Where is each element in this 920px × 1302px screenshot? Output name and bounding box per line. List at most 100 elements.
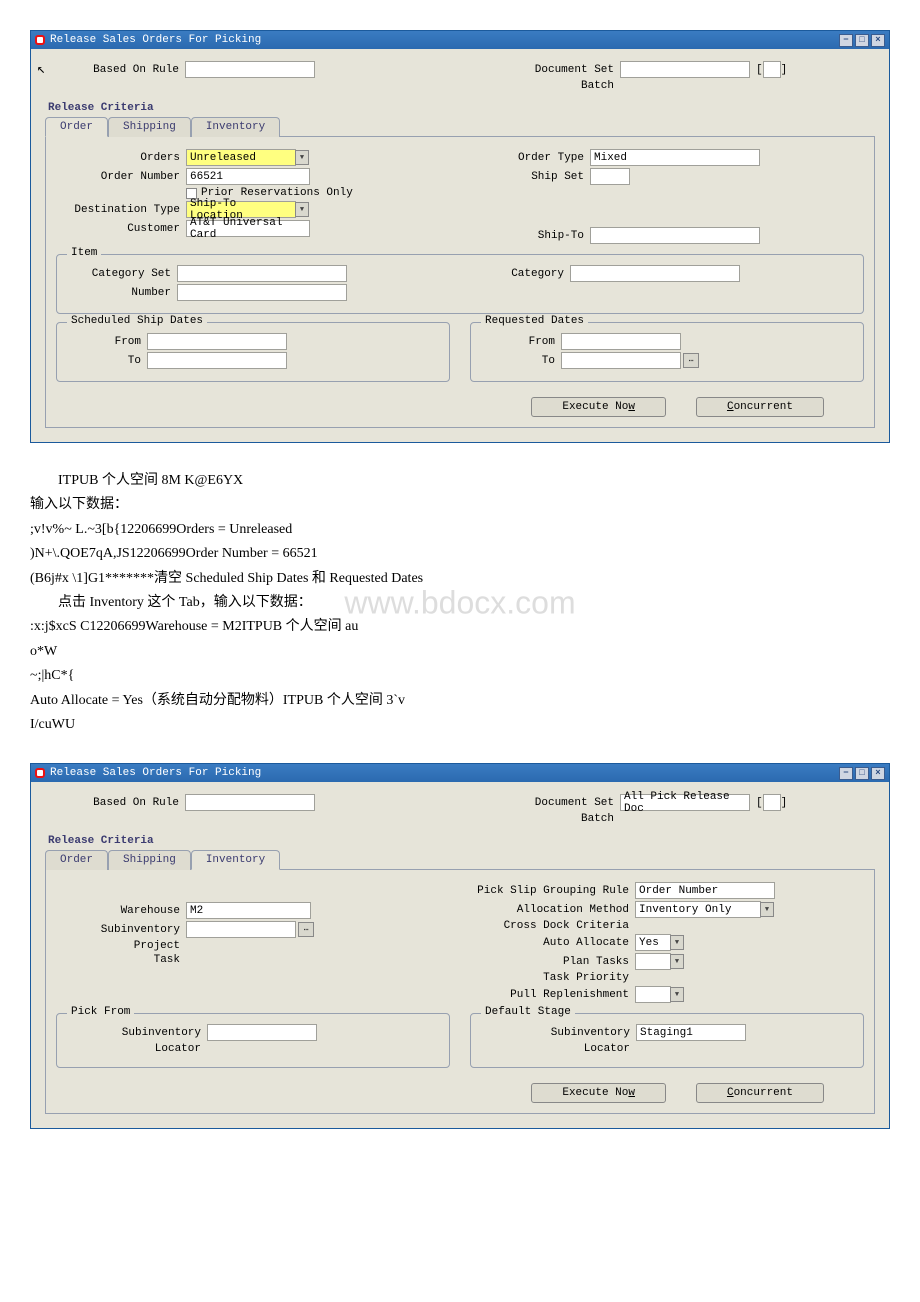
tab-inventory[interactable]: Inventory <box>191 850 280 870</box>
text-line: 输入以下数据： <box>30 494 890 516</box>
ship-to-field[interactable] <box>590 227 760 244</box>
pick-from-title: Pick From <box>67 1006 134 1018</box>
document-set-field[interactable]: All Pick Release Doc <box>620 794 750 811</box>
req-to-field[interactable] <box>561 352 681 369</box>
alloc-method-field[interactable]: Inventory Only <box>635 901 761 918</box>
auto-allocate-label: Auto Allocate <box>470 937 635 949</box>
order-type-label: Order Type <box>470 152 590 164</box>
stage-sub-field[interactable]: Staging1 <box>636 1024 746 1041</box>
tab-shipping[interactable]: Shipping <box>108 850 191 870</box>
tab-order[interactable]: Order <box>45 117 108 137</box>
pick-slip-label: Pick Slip Grouping Rule <box>470 885 635 897</box>
document-text: www.bdocx.com ITPUB 个人空间 8M K@E6YX 输入以下数… <box>0 453 920 753</box>
close-button[interactable]: × <box>871 34 885 47</box>
destination-dropdown-icon[interactable]: ▼ <box>295 202 309 217</box>
ship-set-label: Ship Set <box>470 171 590 183</box>
warehouse-label: Warehouse <box>56 905 186 917</box>
minimize-button[interactable]: − <box>839 767 853 780</box>
cross-dock-label: Cross Dock Criteria <box>470 920 635 932</box>
concurrent-button[interactable]: Concurrent <box>696 397 824 417</box>
req-to-lov-icon[interactable]: ⋯ <box>683 353 699 368</box>
release-criteria-label: Release Criteria <box>48 102 875 114</box>
pick-from-sub-label: Subinventory <box>67 1027 207 1039</box>
text-line: Auto Allocate = Yes（系统自动分配物料）ITPUB 个人空间 … <box>30 690 890 712</box>
ship-to-date-field[interactable] <box>147 352 287 369</box>
text-line: ;v!v%~ L.~3[b{12206699Orders = Unrelease… <box>30 519 890 541</box>
tab-order[interactable]: Order <box>45 850 108 870</box>
window-release-sales-order-2: Release Sales Orders For Picking − □ × B… <box>30 763 890 1129</box>
subinventory-lov-icon[interactable]: ⋯ <box>298 922 314 937</box>
stage-loc-label: Locator <box>481 1043 636 1055</box>
document-set-field[interactable] <box>620 61 750 78</box>
restore-button[interactable]: □ <box>855 34 869 47</box>
req-from-label: From <box>481 336 561 348</box>
bracket-close: ] <box>781 797 788 809</box>
customer-label: Customer <box>56 223 186 235</box>
default-stage-group: Default Stage Subinventory Staging1 Loca… <box>470 1013 864 1068</box>
destination-type-label: Destination Type <box>56 204 186 216</box>
text-line: ~;|hC*{ <box>30 665 890 687</box>
batch-label: Batch <box>470 813 620 825</box>
orders-dropdown-icon[interactable]: ▼ <box>295 150 309 165</box>
auto-allocate-dropdown-icon[interactable]: ▼ <box>670 935 684 950</box>
title-bar: Release Sales Orders For Picking − □ × <box>31 764 889 782</box>
item-number-label: Number <box>67 287 177 299</box>
requested-dates-group: Requested Dates From To ⋯ <box>470 322 864 382</box>
tab-inventory[interactable]: Inventory <box>191 117 280 137</box>
dff-field[interactable] <box>763 794 781 811</box>
alloc-method-dropdown-icon[interactable]: ▼ <box>760 902 774 917</box>
category-label: Category <box>470 268 570 280</box>
bracket-open: [ <box>756 64 763 76</box>
task-priority-label: Task Priority <box>470 972 635 984</box>
dff-field[interactable] <box>763 61 781 78</box>
customer-field[interactable]: AT&T Universal Card <box>186 220 310 237</box>
item-group-title: Item <box>67 247 101 259</box>
category-field[interactable] <box>570 265 740 282</box>
ship-set-field[interactable] <box>590 168 630 185</box>
order-type-field[interactable]: Mixed <box>590 149 760 166</box>
execute-now-button[interactable]: Execute Now <box>531 397 666 417</box>
pick-from-sub-field[interactable] <box>207 1024 317 1041</box>
plan-tasks-label: Plan Tasks <box>470 956 635 968</box>
subinventory-field[interactable] <box>186 921 296 938</box>
plan-tasks-dropdown-icon[interactable]: ▼ <box>670 954 684 969</box>
tab-content-inventory: Warehouse M2 Subinventory ⋯ Project Task <box>45 870 875 1114</box>
stage-sub-label: Subinventory <box>481 1027 636 1039</box>
execute-now-button[interactable]: Execute Now <box>531 1083 666 1103</box>
auto-allocate-field[interactable]: Yes <box>635 934 671 951</box>
requested-dates-title: Requested Dates <box>481 315 588 327</box>
pull-repl-dropdown-icon[interactable]: ▼ <box>670 987 684 1002</box>
item-number-field[interactable] <box>177 284 347 301</box>
close-button[interactable]: × <box>871 767 885 780</box>
based-on-rule-label: Based On Rule <box>45 797 185 809</box>
based-on-rule-field[interactable] <box>185 794 315 811</box>
document-set-label: Document Set <box>470 64 620 76</box>
pick-slip-field[interactable]: Order Number <box>635 882 775 899</box>
subinventory-label: Subinventory <box>56 924 186 936</box>
based-on-rule-label: Based On Rule <box>45 64 185 76</box>
order-number-field[interactable]: 66521 <box>186 168 310 185</box>
text-line: )N+\.QOE7qA,JS12206699Order Number = 665… <box>30 543 890 565</box>
orders-field[interactable]: Unreleased <box>186 149 296 166</box>
plan-tasks-field[interactable] <box>635 953 671 970</box>
pull-repl-label: Pull Replenishment <box>470 989 635 1001</box>
ship-from-field[interactable] <box>147 333 287 350</box>
pull-repl-field[interactable] <box>635 986 671 1003</box>
minimize-button[interactable]: − <box>839 34 853 47</box>
ship-to-date-label: To <box>67 355 147 367</box>
tab-shipping[interactable]: Shipping <box>108 117 191 137</box>
warehouse-field[interactable]: M2 <box>186 902 311 919</box>
project-label: Project <box>56 940 186 952</box>
category-set-field[interactable] <box>177 265 347 282</box>
based-on-rule-field[interactable] <box>185 61 315 78</box>
concurrent-button[interactable]: Concurrent <box>696 1083 824 1103</box>
req-to-label: To <box>481 355 561 367</box>
restore-button[interactable]: □ <box>855 767 869 780</box>
tabs-2: Order Shipping Inventory <box>45 849 875 870</box>
destination-type-field[interactable]: Ship-To Location <box>186 201 296 218</box>
ship-from-label: From <box>67 336 147 348</box>
window-release-sales-order-1: ↖ Release Sales Orders For Picking − □ ×… <box>30 30 890 443</box>
release-criteria-label: Release Criteria <box>48 835 875 847</box>
pick-from-group: Pick From Subinventory Locator <box>56 1013 450 1068</box>
req-from-field[interactable] <box>561 333 681 350</box>
